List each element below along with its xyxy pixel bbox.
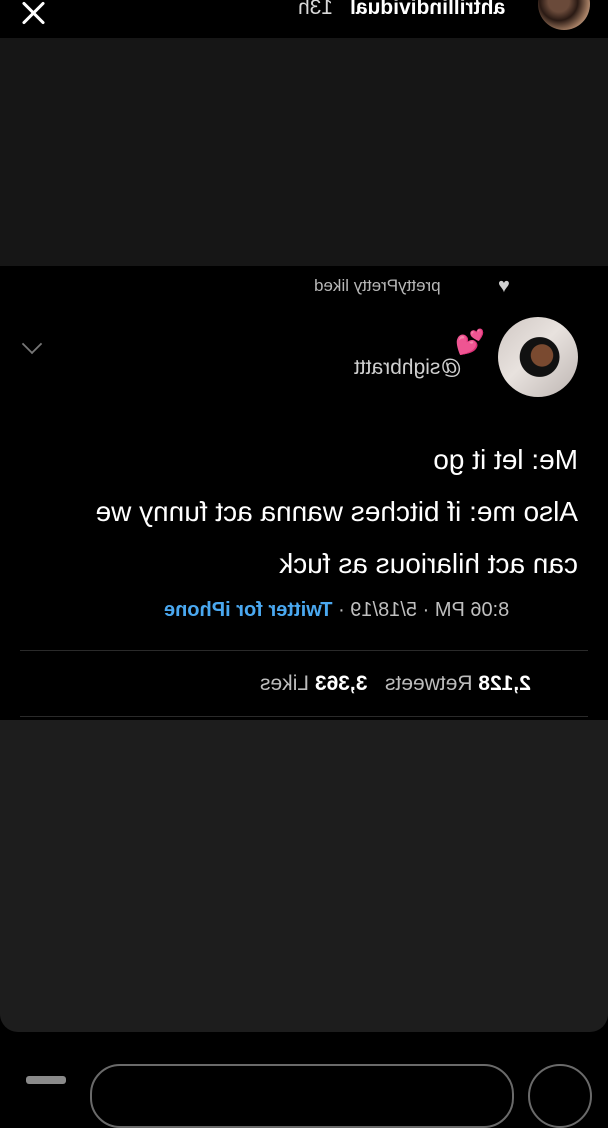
emoji-hearts: 💕 [455,329,485,356]
story-dim-area-bottom [0,720,608,1032]
story-avatar[interactable] [538,0,590,30]
heart-icon: ♥ [498,275,510,297]
tweet-line: Me: let it go [433,444,578,475]
tweet-body: Me: let it go Also me: if bitches wanna … [30,434,578,590]
close-icon[interactable] [14,0,54,34]
send-icon[interactable] [528,1064,592,1128]
tweet-meta: 8:06 PM · 5/18/19 · Twitter for iPhone [164,599,509,622]
story-username[interactable]: ahtrillindividual [350,0,505,20]
separator-dot: · [332,599,345,621]
tweet-stats: 2,128 Retweets 3,363 Likes [260,672,531,696]
story-dim-area-top [0,38,608,266]
likes-label: Likes [260,672,310,695]
camera-icon[interactable] [26,1076,66,1084]
social-context: prettyPretty liked [314,276,441,295]
avatar[interactable] [498,317,578,397]
tweet-source-link[interactable]: Twitter for iPhone [164,599,333,621]
reply-input[interactable] [90,1064,514,1128]
likes-count[interactable]: 3,363 [315,672,368,695]
tweet-card[interactable]: prettyPretty liked ♥ 💕 @sighbrattt Me: l… [0,266,608,720]
tweet-date: 5/18/19 [350,599,418,621]
retweets-label: Retweets [384,672,473,695]
divider [20,716,588,717]
divider [20,650,588,651]
story-time: 13h [298,0,334,19]
chevron-down-icon[interactable] [21,333,43,355]
tweet-line: can act hilarious as fuck [279,548,578,579]
tweet-handle[interactable]: @sighbrattt [354,356,462,380]
tweet-time: 8:06 PM [434,599,510,621]
story-top-bar: 13h ahtrillindividual [0,0,608,40]
tweet-line: Also me: if bitches wanna act funny we [95,496,578,527]
separator-dot: · [417,599,430,621]
retweets-count[interactable]: 2,128 [478,672,531,695]
